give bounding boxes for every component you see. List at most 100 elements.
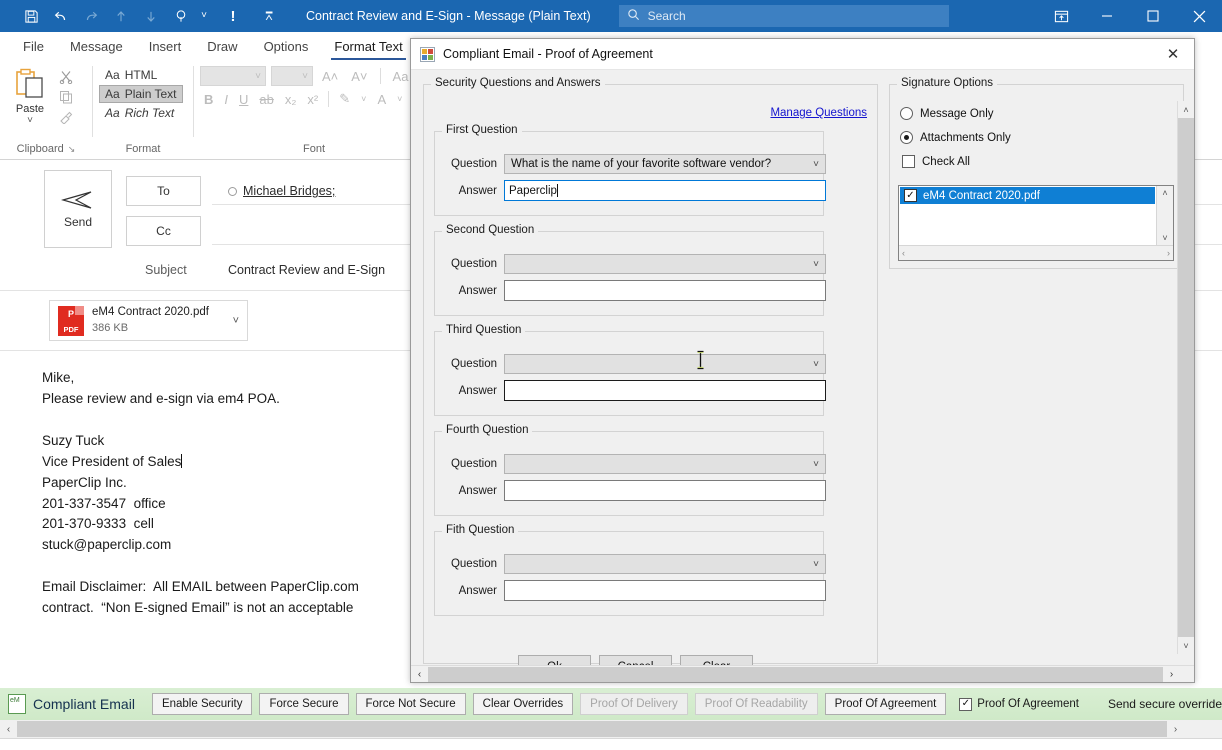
proof-of-agreement-button[interactable]: Proof Of Agreement — [825, 693, 947, 715]
paste-label: Paste — [16, 103, 44, 115]
scroll-left-icon[interactable]: ‹ — [902, 248, 905, 258]
attachment-list-vertical-scrollbar[interactable]: ˄ ˅ — [1156, 186, 1173, 245]
first-answer-input[interactable]: Paperclip — [504, 180, 826, 201]
undo-icon[interactable] — [46, 3, 76, 29]
format-painter-icon[interactable] — [56, 108, 76, 125]
to-button[interactable]: To — [126, 176, 201, 206]
attachments-only-radio[interactable]: Attachments Only — [900, 131, 1011, 144]
second-question-group: Second Question Question ˅ Answer — [434, 231, 824, 316]
scroll-right-icon[interactable]: › — [1167, 720, 1184, 738]
dialog-scroll-up-icon[interactable]: ˄ — [1178, 101, 1194, 118]
attachment-checkbox-checked-icon[interactable]: ✓ — [904, 189, 917, 202]
window-horizontal-scrollbar[interactable]: ‹ › — [0, 720, 1222, 738]
high-importance-icon[interactable]: ! — [218, 3, 248, 29]
dialog-vscroll-thumb[interactable] — [1178, 118, 1194, 637]
force-not-secure-button[interactable]: Force Not Secure — [356, 693, 466, 715]
scroll-down-icon[interactable]: ˅ — [1162, 233, 1167, 243]
text-highlight-color-icon[interactable]: ✎ — [335, 89, 354, 109]
dialog-horizontal-scrollbar[interactable]: ‹ › — [411, 665, 1194, 682]
to-field[interactable]: Michael Bridges; — [228, 184, 335, 198]
signature-attachment-list[interactable]: ✓ eM4 Contract 2020.pdf ˄ ˅ ‹ › — [898, 185, 1174, 261]
list-item[interactable]: ✓ eM4 Contract 2020.pdf — [900, 187, 1155, 204]
fourth-answer-input[interactable] — [504, 480, 826, 501]
underline-button[interactable]: U — [235, 90, 252, 109]
tab-file[interactable]: File — [10, 35, 57, 58]
check-all-checkbox[interactable]: Check All — [902, 155, 970, 168]
scroll-up-icon[interactable]: ˄ — [1162, 188, 1167, 198]
italic-button[interactable]: I — [220, 90, 232, 109]
dialog-hscroll-thumb[interactable] — [428, 667, 1163, 682]
change-case-icon[interactable]: Aa — [389, 67, 413, 86]
close-button[interactable] — [1176, 0, 1222, 32]
tab-message[interactable]: Message — [57, 35, 136, 58]
third-answer-input[interactable] — [504, 380, 826, 401]
tab-options[interactable]: Options — [251, 35, 322, 58]
strikethrough-button[interactable]: ab — [255, 90, 277, 109]
third-question-label: Question — [441, 358, 497, 370]
paste-button[interactable]: Paste ˅ — [6, 64, 54, 126]
second-question-select[interactable]: ˅ — [504, 254, 826, 274]
attachment-list-horizontal-scrollbar[interactable]: ‹ › — [899, 245, 1173, 260]
tab-draw[interactable]: Draw — [194, 35, 250, 58]
proof-of-agreement-checkbox[interactable]: ✓ Proof Of Agreement — [959, 698, 1079, 711]
superscript-button[interactable]: x² — [303, 90, 322, 109]
save-icon[interactable] — [16, 3, 46, 29]
dialog-close-button[interactable]: ✕ — [1152, 39, 1194, 70]
bold-button[interactable]: B — [200, 90, 217, 109]
third-question-select[interactable]: ˅ — [504, 354, 826, 374]
dialog-scroll-right-icon[interactable]: › — [1163, 666, 1180, 683]
minimize-button[interactable] — [1084, 0, 1130, 32]
clear-overrides-button[interactable]: Clear Overrides — [473, 693, 574, 715]
cut-icon[interactable] — [56, 68, 76, 85]
text-caret — [181, 454, 182, 468]
format-plain-text-option[interactable]: Aa Plain Text — [99, 85, 183, 103]
format-rich-text-option[interactable]: Aa Rich Text — [99, 104, 183, 122]
second-answer-input[interactable] — [504, 280, 826, 301]
grow-font-icon[interactable]: A˄ — [318, 67, 342, 86]
maximize-button[interactable] — [1130, 0, 1176, 32]
fifth-answer-input[interactable] — [504, 580, 826, 601]
enable-security-button[interactable]: Enable Security — [152, 693, 253, 715]
fourth-question-select[interactable]: ˅ — [504, 454, 826, 474]
attachment-chevron-down-icon[interactable]: ˅ — [233, 315, 239, 327]
touch-mode-dropdown-icon[interactable]: ˅ — [196, 3, 212, 29]
move-down-icon[interactable] — [136, 3, 166, 29]
force-secure-button[interactable]: Force Secure — [259, 693, 348, 715]
scroll-left-icon[interactable]: ‹ — [0, 720, 17, 738]
subscript-button[interactable]: x₂ — [281, 90, 301, 109]
dialog-resize-grip-icon[interactable] — [1180, 667, 1194, 682]
font-name-combo[interactable]: ˅ — [200, 66, 266, 86]
font-size-combo[interactable]: ˅ — [271, 66, 313, 86]
send-button[interactable]: Send — [44, 170, 112, 248]
font-color-icon[interactable]: A — [373, 90, 390, 109]
move-up-icon[interactable] — [106, 3, 136, 29]
tab-insert[interactable]: Insert — [136, 35, 195, 58]
first-question-select[interactable]: What is the name of your favorite softwa… — [504, 154, 826, 174]
text-highlight-chevron-down-icon[interactable]: ˅ — [357, 92, 370, 106]
attachment-chip[interactable]: P PDF eM4 Contract 2020.pdf 386 KB ˅ — [49, 300, 248, 341]
dialog-scroll-down-icon[interactable]: ˅ — [1178, 637, 1194, 654]
paste-dropdown-icon[interactable]: ˅ — [27, 115, 33, 126]
format-group-text: Format — [126, 143, 161, 155]
manage-questions-link[interactable]: Manage Questions — [770, 107, 867, 119]
dialog-vertical-scrollbar[interactable]: ˄ ˅ — [1177, 101, 1194, 654]
search-input[interactable]: Search — [619, 5, 949, 27]
touch-mode-icon[interactable] — [166, 3, 196, 29]
fifth-question-select[interactable]: ˅ — [504, 554, 826, 574]
redo-icon[interactable] — [76, 3, 106, 29]
message-only-radio[interactable]: Message Only — [900, 107, 994, 120]
copy-icon[interactable] — [56, 88, 76, 105]
shrink-font-icon[interactable]: A˅ — [347, 67, 371, 86]
font-color-chevron-down-icon[interactable]: ˅ — [393, 92, 406, 106]
tab-format-text[interactable]: Format Text — [321, 35, 415, 58]
clipboard-dialog-launcher-icon[interactable]: ↘ — [68, 144, 76, 155]
window-hscroll-thumb[interactable] — [17, 721, 1167, 737]
send-arrow-icon — [61, 190, 95, 213]
customize-quick-access-toolbar-icon[interactable]: ⩞ — [254, 3, 284, 29]
format-html-option[interactable]: Aa HTML — [99, 66, 183, 84]
ribbon-display-options-icon[interactable] — [1038, 0, 1084, 32]
dialog-scroll-left-icon[interactable]: ‹ — [411, 666, 428, 683]
subject-input[interactable]: Contract Review and E-Sign — [228, 263, 385, 277]
cc-button[interactable]: Cc — [126, 216, 201, 246]
scroll-right-icon[interactable]: › — [1167, 248, 1170, 258]
